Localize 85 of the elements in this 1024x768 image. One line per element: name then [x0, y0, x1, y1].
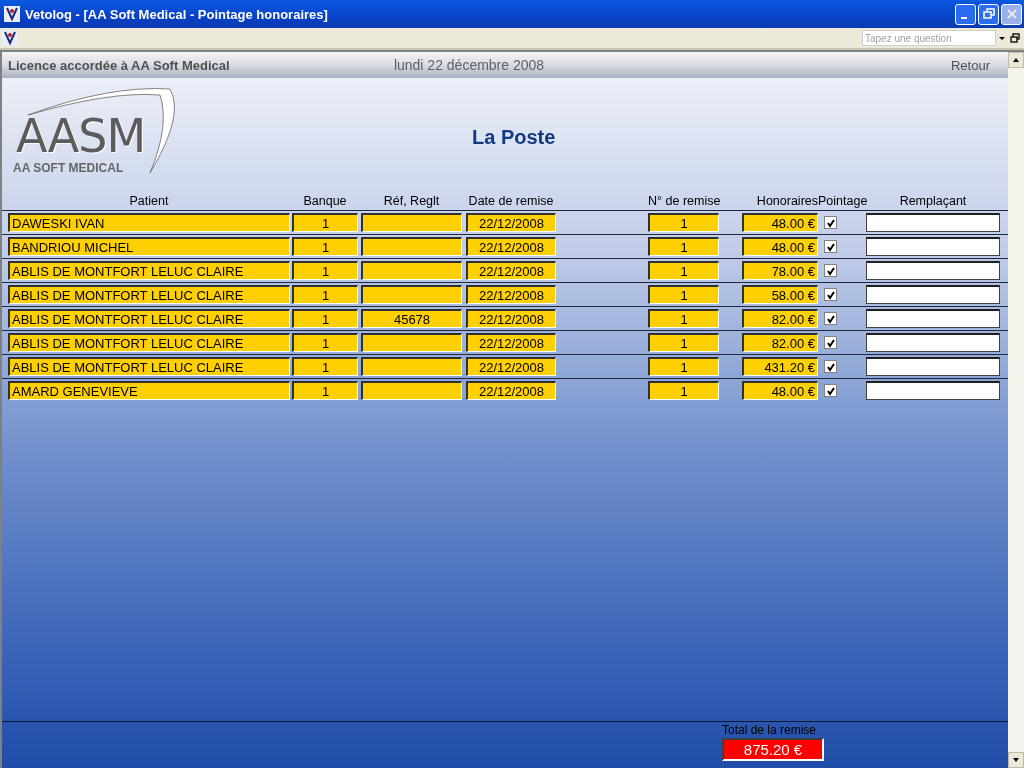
date-cell: 22/12/2008 — [466, 237, 556, 256]
patient-cell: ABLIS DE MONTFORT LELUC CLAIRE — [8, 285, 290, 304]
bank-cell: 1 — [292, 285, 358, 304]
fee-cell: 431.20 € — [742, 357, 818, 376]
question-field[interactable]: Tapez une question — [862, 30, 996, 46]
replacement-field[interactable] — [866, 333, 1000, 352]
date-cell: 22/12/2008 — [466, 213, 556, 232]
checkbox[interactable] — [824, 312, 837, 325]
total-value: 875.20 € — [722, 738, 824, 761]
fee-cell: 58.00 € — [742, 285, 818, 304]
checkbox[interactable] — [824, 336, 837, 349]
date-cell: 22/12/2008 — [466, 381, 556, 400]
column-header: Banque — [302, 193, 348, 210]
bank-cell: 1 — [292, 261, 358, 280]
date-text: lundi 22 décembre 2008 — [392, 57, 546, 73]
window-title: Vetolog - [AA Soft Medical - Pointage honoraires] — [25, 6, 329, 22]
app-icon[interactable] — [2, 30, 18, 46]
replacement-field[interactable] — [866, 381, 1000, 400]
license-text: Licence accordée à AA Soft Medical — [8, 57, 231, 73]
fee-cell: 48.00 € — [742, 237, 818, 256]
patient-cell: BANDRIOU MICHEL — [8, 237, 290, 256]
minimize-icon — [961, 17, 967, 19]
remittance-number-cell: 1 — [648, 333, 719, 352]
replacement-field[interactable] — [866, 285, 1000, 304]
replacement-field[interactable] — [866, 357, 1000, 376]
column-header: Date de remise — [467, 193, 555, 210]
remittance-number-cell: 1 — [648, 237, 719, 256]
bank-cell: 1 — [292, 309, 358, 328]
bank-cell: 1 — [292, 333, 358, 352]
date-cell: 22/12/2008 — [466, 333, 556, 352]
fee-cell: 78.00 € — [742, 261, 818, 280]
patient-cell: ABLIS DE MONTFORT LELUC CLAIRE — [8, 333, 290, 352]
fee-cell: 48.00 € — [742, 213, 818, 232]
remittance-number-cell: 1 — [648, 261, 719, 280]
reference-cell: 45678 — [361, 309, 462, 328]
remittance-number-cell: 1 — [648, 285, 719, 304]
date-cell: 22/12/2008 — [466, 309, 556, 328]
checkbox[interactable] — [824, 360, 837, 373]
checkbox[interactable] — [824, 240, 837, 253]
fee-cell: 82.00 € — [742, 309, 818, 328]
column-header: Honoraires — [755, 193, 818, 210]
page-title: La Poste — [472, 125, 556, 149]
total-label: Total de la remise — [722, 722, 817, 738]
column-header: Pointage — [818, 193, 866, 210]
close-button[interactable] — [1001, 3, 1022, 25]
restore-icon[interactable] — [1010, 33, 1020, 43]
checkbox[interactable] — [824, 384, 837, 397]
app-icon — [4, 6, 20, 22]
checkbox[interactable] — [824, 288, 837, 301]
restore-icon — [982, 8, 995, 20]
scroll-up-icon[interactable] — [1012, 56, 1020, 64]
bank-cell: 1 — [292, 357, 358, 376]
bank-cell: 1 — [292, 213, 358, 232]
column-header: N° de remise — [648, 193, 719, 210]
close-icon — [1005, 8, 1018, 20]
fee-cell: 48.00 € — [742, 381, 818, 400]
remittance-number-cell: 1 — [648, 309, 719, 328]
replacement-field[interactable] — [866, 237, 1000, 256]
remittance-number-cell: 1 — [648, 381, 719, 400]
replacement-field[interactable] — [866, 213, 1000, 232]
remittance-number-cell: 1 — [648, 213, 719, 232]
column-header: Réf, Reglt — [382, 193, 441, 210]
dropdown-caret-icon[interactable] — [998, 34, 1006, 42]
scroll-down-icon[interactable] — [1012, 756, 1020, 764]
remittance-number-cell: 1 — [648, 357, 719, 376]
replacement-field[interactable] — [866, 309, 1000, 328]
date-cell: 22/12/2008 — [466, 261, 556, 280]
patient-cell: ABLIS DE MONTFORT LELUC CLAIRE — [8, 309, 290, 328]
date-cell: 22/12/2008 — [466, 357, 556, 376]
restore-button[interactable] — [978, 3, 999, 25]
date-cell: 22/12/2008 — [466, 285, 556, 304]
bank-cell: 1 — [292, 381, 358, 400]
column-header: Remplaçant — [898, 193, 968, 210]
back-link[interactable]: Retour — [642, 57, 990, 73]
fee-cell: 82.00 € — [742, 333, 818, 352]
minimize-button[interactable] — [955, 3, 976, 25]
checkbox[interactable] — [824, 216, 837, 229]
patient-cell: DAWESKI IVAN — [8, 213, 290, 232]
replacement-field[interactable] — [866, 261, 1000, 280]
bank-cell: 1 — [292, 237, 358, 256]
checkbox[interactable] — [824, 264, 837, 277]
patient-cell: AMARD GENEVIEVE — [8, 381, 290, 400]
patient-cell: ABLIS DE MONTFORT LELUC CLAIRE — [8, 261, 290, 280]
patient-cell: ABLIS DE MONTFORT LELUC CLAIRE — [8, 357, 290, 376]
column-header: Patient — [128, 193, 170, 210]
